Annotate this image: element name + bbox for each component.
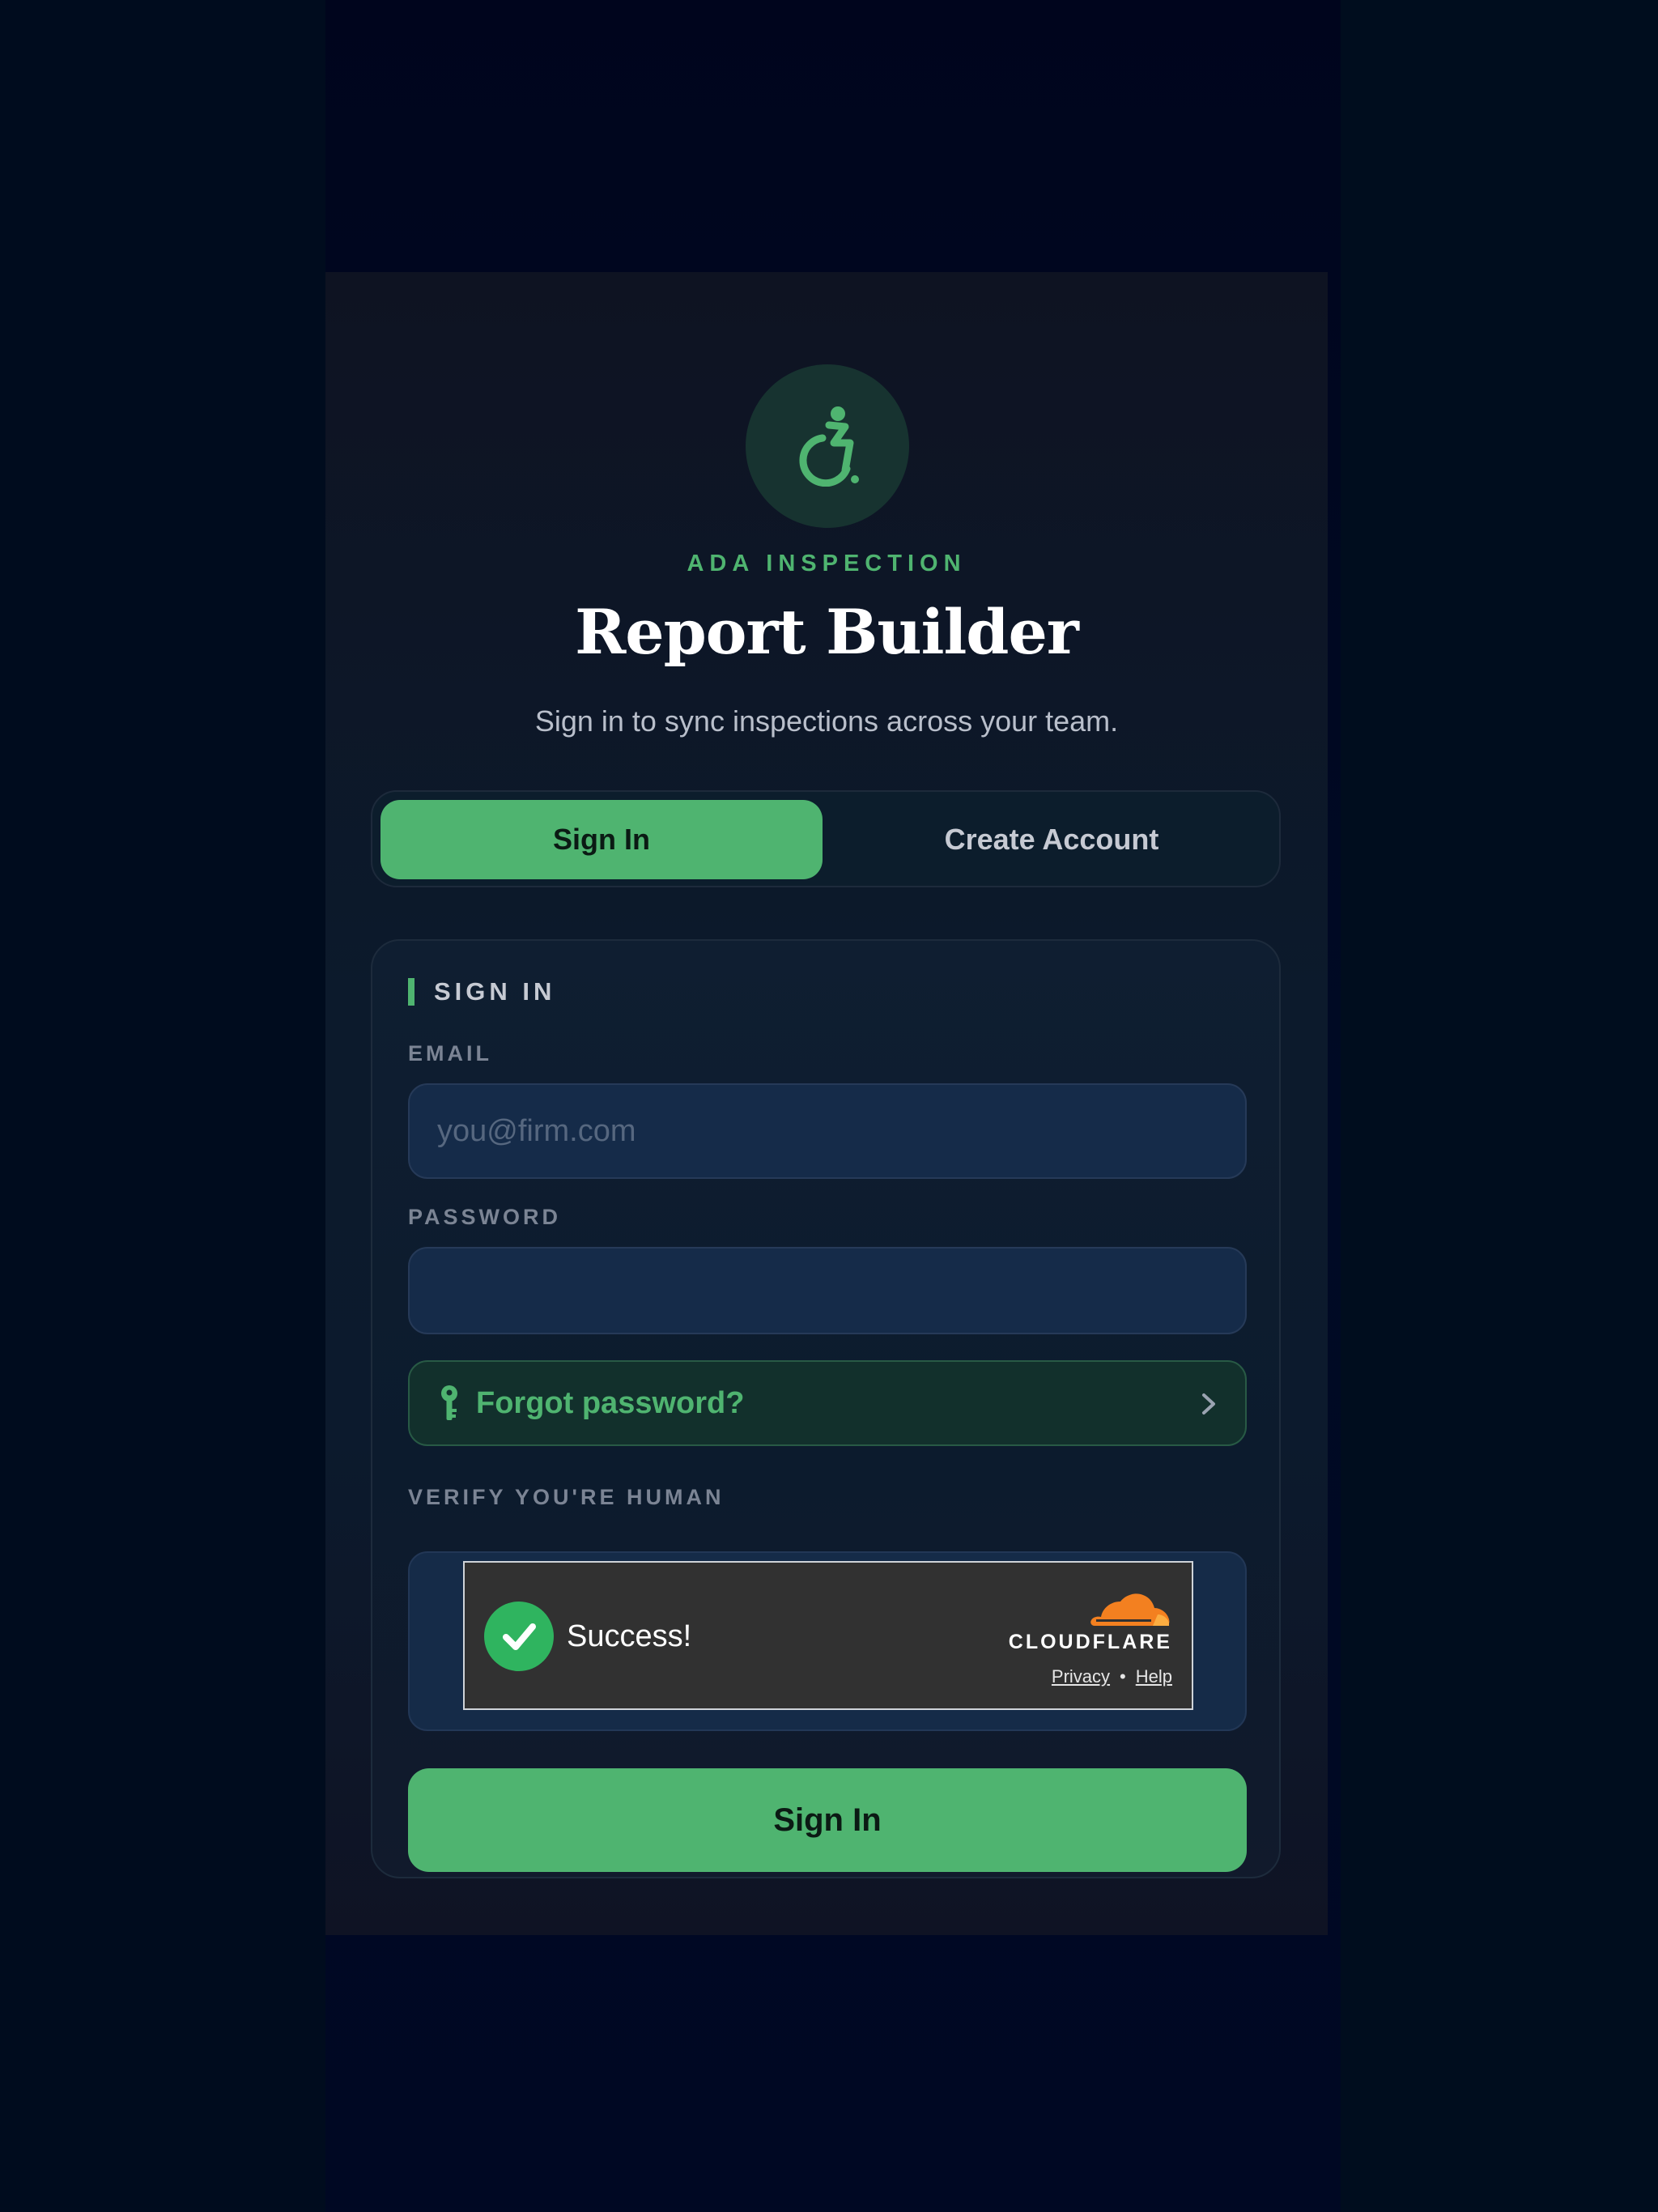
app-eyebrow: ADA INSPECTION — [687, 551, 967, 576]
captcha-container: Success! CLOUDFLARE Privacy • Help — [408, 1551, 1247, 1731]
email-label: EMAIL — [408, 1041, 492, 1066]
wheelchair-accessibility-icon — [799, 406, 859, 487]
tab-sign-in[interactable]: Sign In — [380, 800, 823, 879]
email-input[interactable] — [408, 1083, 1247, 1179]
sign-in-card: SIGN IN EMAIL PASSWORD Forgot password? … — [371, 939, 1281, 1878]
backdrop-left — [0, 0, 325, 2212]
cloudflare-cloud-icon — [1090, 1593, 1170, 1626]
section-title: SIGN IN — [434, 977, 556, 1006]
success-check-icon — [484, 1602, 554, 1671]
key-icon — [437, 1384, 461, 1423]
link-separator: • — [1120, 1666, 1126, 1687]
section-header: SIGN IN — [408, 977, 556, 1006]
tab-create-account[interactable]: Create Account — [831, 800, 1273, 879]
page-title: Report Builder — [575, 596, 1079, 668]
help-link[interactable]: Help — [1136, 1666, 1172, 1687]
captcha-status: Success! — [567, 1619, 692, 1653]
cloudflare-links: Privacy • Help — [1052, 1666, 1172, 1687]
turnstile-widget[interactable]: Success! CLOUDFLARE Privacy • Help — [463, 1561, 1193, 1710]
password-input[interactable] — [408, 1247, 1247, 1334]
page-subtitle: Sign in to sync inspections across your … — [534, 704, 1119, 738]
chevron-right-icon — [1202, 1393, 1215, 1414]
cloudflare-wordmark: CLOUDFLARE — [1008, 1631, 1172, 1653]
forgot-password-label: Forgot password? — [476, 1385, 745, 1420]
privacy-link[interactable]: Privacy — [1052, 1666, 1110, 1687]
forgot-password-button[interactable]: Forgot password? — [408, 1360, 1247, 1446]
password-label: PASSWORD — [408, 1205, 562, 1229]
login-panel: ADA INSPECTION Report Builder Sign in to… — [325, 272, 1328, 1935]
verify-label: VERIFY YOU'RE HUMAN — [408, 1485, 725, 1509]
auth-tabs: Sign In Create Account — [371, 790, 1281, 887]
backdrop-right — [1341, 0, 1658, 2212]
section-accent-bar — [408, 978, 414, 1006]
app-logo — [746, 364, 909, 528]
sign-in-submit-button[interactable]: Sign In — [408, 1768, 1247, 1872]
